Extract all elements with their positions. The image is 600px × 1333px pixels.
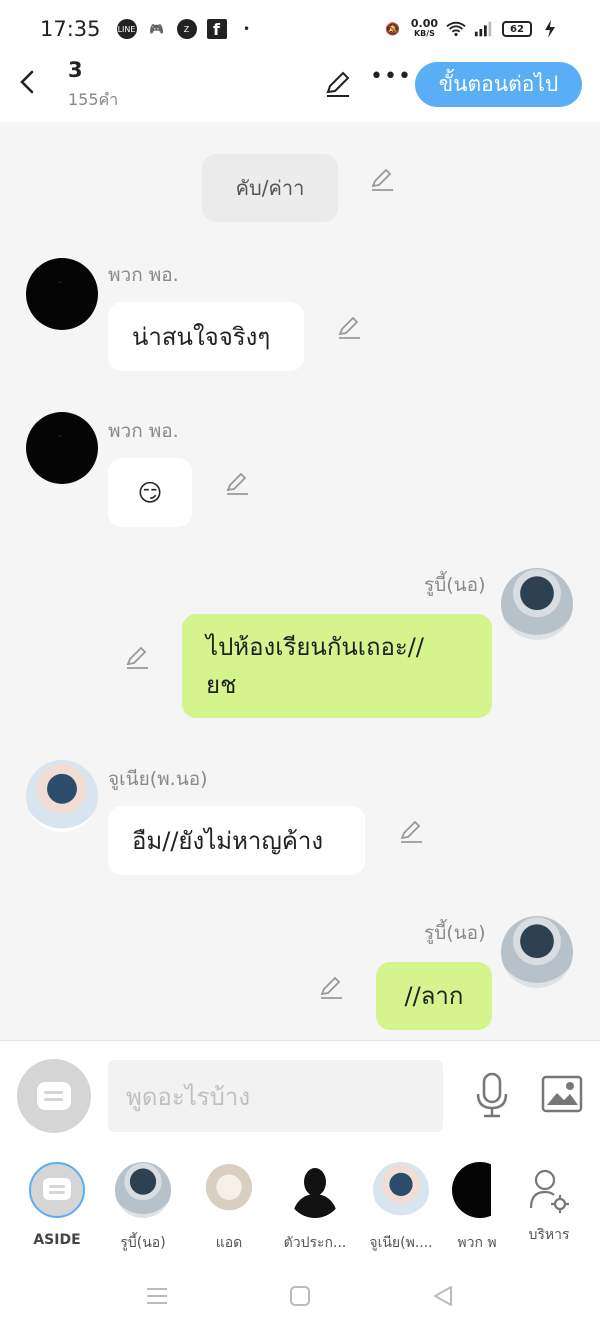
edit-message-pencil-icon[interactable] bbox=[398, 818, 424, 844]
edit-narration-pencil-icon[interactable] bbox=[369, 166, 395, 192]
word-count: 155คำ bbox=[68, 90, 119, 109]
status-time: 17:35 bbox=[40, 17, 101, 41]
back-arrow-icon[interactable] bbox=[14, 68, 42, 96]
edit-message-pencil-icon[interactable] bbox=[224, 470, 250, 496]
character-item[interactable]: แอด bbox=[194, 1162, 264, 1258]
character-item[interactable]: พวก พ bbox=[452, 1162, 508, 1258]
message-text-line: ไปห้องเรียนกันเถอะ// bbox=[206, 633, 424, 661]
avatar bbox=[201, 1162, 257, 1218]
game-controller-icon: 🎮 bbox=[149, 22, 164, 36]
character-label: รูบี้(นอ) bbox=[120, 1235, 166, 1251]
character-label: แอด bbox=[215, 1235, 243, 1251]
edit-message-pencil-icon[interactable] bbox=[318, 974, 344, 1000]
character-aside[interactable]: ASIDE bbox=[22, 1162, 92, 1258]
battery-indicator: 62 bbox=[502, 21, 532, 37]
image-upload-icon[interactable] bbox=[541, 1075, 583, 1113]
wifi-icon bbox=[446, 19, 466, 39]
character-label: ตัวประก... bbox=[283, 1235, 347, 1251]
system-nav-bar bbox=[0, 1262, 600, 1333]
edit-pencil-icon[interactable] bbox=[324, 70, 352, 98]
manage-user-gear-icon bbox=[529, 1169, 569, 1213]
status-bar: 17:35 LINE 🎮 Z f • 🔕 0.00 KB/S 62 bbox=[0, 0, 600, 58]
chat-area[interactable]: คับ/ค่าา พวก พอ. น่าสนใจจริงๆ พวก พอ. 😏 … bbox=[0, 122, 600, 1040]
message-bubble[interactable]: //ลาก bbox=[376, 962, 492, 1030]
sender-name: รูบี้(นอ) bbox=[424, 922, 486, 944]
message-bubble[interactable]: ไปห้องเรียนกันเถอะ// ยช bbox=[182, 614, 492, 718]
back-triangle-icon[interactable] bbox=[431, 1284, 455, 1308]
page-title: 3 bbox=[68, 58, 83, 82]
message-bubble[interactable]: 😏 bbox=[108, 458, 192, 527]
line-app-icon: LINE bbox=[116, 19, 137, 39]
character-bar: ASIDE รูบี้(นอ) แอด ตัวประก... จูเนีย(พ.… bbox=[0, 1150, 600, 1262]
character-label: ASIDE bbox=[33, 1232, 81, 1248]
character-item[interactable]: รูบี้(นอ) bbox=[108, 1162, 178, 1258]
sender-name: จูเนีย(พ.นอ) bbox=[108, 768, 208, 790]
message-bubble[interactable]: อืม//ยังไม่หาญค้าง bbox=[108, 806, 365, 875]
avatar bbox=[373, 1162, 429, 1218]
avatar[interactable] bbox=[501, 916, 573, 988]
chat-bubble-icon bbox=[37, 1082, 71, 1110]
z-app-icon: Z bbox=[176, 19, 197, 39]
message-text-line: ยช bbox=[206, 671, 237, 699]
avatar[interactable] bbox=[26, 412, 98, 484]
avatar bbox=[115, 1162, 171, 1218]
more-options-icon[interactable]: ••• bbox=[370, 64, 412, 89]
facebook-icon: f bbox=[206, 19, 227, 39]
input-bar: พูดอะไรบ้าง bbox=[0, 1040, 600, 1150]
sender-name: พวก พอ. bbox=[108, 420, 179, 442]
character-label: บริหาร bbox=[528, 1227, 570, 1243]
chat-bubble-icon bbox=[43, 1178, 71, 1200]
character-item[interactable]: จูเนีย(พ.... bbox=[366, 1162, 436, 1258]
narration-bubble[interactable]: คับ/ค่าา bbox=[202, 154, 338, 222]
home-square-icon[interactable] bbox=[288, 1284, 312, 1308]
chat-header: 3 155คำ ••• ขั้นตอนต่อไป bbox=[0, 58, 600, 122]
title-block: 3 155คำ bbox=[68, 58, 118, 113]
aside-toggle-button[interactable] bbox=[17, 1059, 91, 1133]
message-input[interactable]: พูดอะไรบ้าง bbox=[108, 1060, 443, 1132]
character-label: พวก พ bbox=[457, 1235, 497, 1251]
manage-characters-button[interactable]: บริหาร bbox=[514, 1162, 584, 1258]
avatar[interactable] bbox=[501, 568, 573, 640]
sender-name: รูบี้(นอ) bbox=[424, 574, 486, 596]
avatar[interactable] bbox=[26, 258, 98, 330]
edit-message-pencil-icon[interactable] bbox=[336, 314, 362, 340]
signal-icon bbox=[474, 19, 494, 39]
charging-icon bbox=[540, 19, 560, 39]
edit-message-pencil-icon[interactable] bbox=[124, 644, 150, 670]
next-step-button[interactable]: ขั้นตอนต่อไป bbox=[415, 62, 582, 107]
menu-lines-icon[interactable] bbox=[145, 1284, 169, 1308]
microphone-icon[interactable] bbox=[472, 1072, 512, 1118]
character-item[interactable]: ตัวประก... bbox=[280, 1162, 350, 1258]
avatar bbox=[287, 1162, 343, 1218]
sender-name: พวก พอ. bbox=[108, 264, 179, 286]
muted-bell-icon: 🔕 bbox=[385, 22, 401, 36]
avatar bbox=[452, 1162, 508, 1218]
aside-avatar bbox=[29, 1162, 85, 1218]
avatar[interactable] bbox=[26, 760, 98, 832]
net-speed: 0.00 KB/S bbox=[410, 17, 438, 38]
notification-dot-icon: • bbox=[242, 22, 251, 36]
message-bubble[interactable]: น่าสนใจจริงๆ bbox=[108, 302, 304, 371]
character-label: จูเนีย(พ.... bbox=[369, 1235, 433, 1251]
